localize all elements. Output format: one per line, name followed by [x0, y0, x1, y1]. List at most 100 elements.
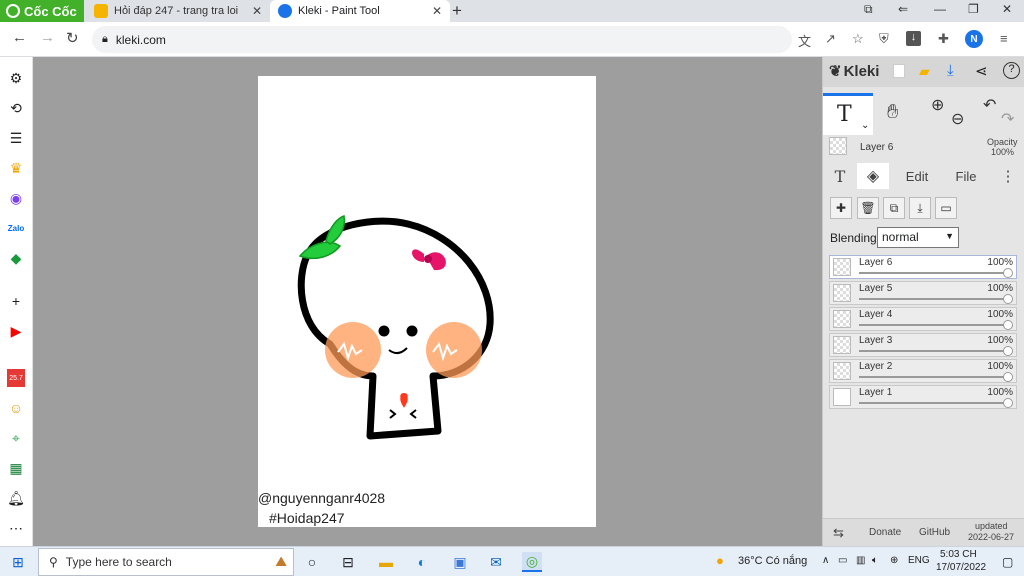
merge-down-icon[interactable]: ⤓	[909, 197, 931, 219]
redo-icon[interactable]: ↷	[1001, 109, 1014, 129]
layer-row[interactable]: Layer 2 100%	[829, 359, 1017, 383]
add-icon[interactable]: +	[7, 292, 25, 310]
youtube-icon[interactable]: ▶	[7, 322, 25, 340]
layer-opacity-slider[interactable]	[859, 346, 1013, 356]
clock-date[interactable]: 17/07/2022	[936, 562, 986, 573]
forward-icon[interactable]: →	[40, 29, 55, 46]
close-window-icon[interactable]: ✕	[1002, 2, 1012, 16]
drawing-canvas[interactable]: @nguyennganr4028 #Hoidap247	[258, 76, 596, 527]
weather-text[interactable]: 36°C Có nắng	[738, 555, 807, 567]
tab-kleki[interactable]: Kleki - Paint Tool ✕	[270, 0, 450, 22]
globe-icon[interactable]: ⊕	[890, 555, 898, 566]
chevron-down-icon[interactable]: ⌄	[861, 120, 869, 131]
new-tab-icon[interactable]: +	[452, 1, 462, 21]
sticker-icon[interactable]: ☺	[7, 399, 25, 417]
volume-icon[interactable]: 🔈︎	[872, 555, 878, 566]
open-folder-icon[interactable]: ▰	[919, 63, 930, 80]
layer-row[interactable]: Layer 1 100%	[829, 385, 1017, 409]
url-field[interactable]: 🔒︎ kleki.com	[92, 26, 792, 53]
add-layer-icon[interactable]: ✚	[830, 197, 852, 219]
kleki-logo[interactable]: ❦ Kleki	[829, 62, 879, 81]
screenshot-icon[interactable]: ⧉	[864, 2, 873, 17]
menu-icon[interactable]: ≡	[1000, 31, 1008, 46]
canvas-workspace[interactable]: @nguyennganr4028 #Hoidap247	[33, 57, 822, 546]
tray-chevron-icon[interactable]: ∧	[822, 555, 829, 566]
more-icon[interactable]: ⋯	[7, 519, 25, 537]
tab-tool[interactable]: T	[827, 163, 853, 189]
close-tab-icon[interactable]: ✕	[252, 4, 262, 18]
save-download-icon[interactable]: ⤓	[947, 62, 954, 79]
minimize-icon[interactable]: —	[934, 2, 946, 16]
mail-icon[interactable]: ✉	[486, 552, 506, 572]
history-icon[interactable]: ⟲	[7, 99, 25, 117]
close-tab-icon[interactable]: ✕	[432, 4, 442, 18]
gear-icon[interactable]: ⚙	[7, 69, 25, 87]
translate-icon[interactable]: 文	[798, 31, 811, 50]
layer-row[interactable]: Layer 4 100%	[829, 307, 1017, 331]
layer-opacity-slider[interactable]	[859, 294, 1013, 304]
list-icon[interactable]: ☰	[7, 129, 25, 147]
zoom-out-icon[interactable]: ⊖	[951, 109, 964, 129]
slider-knob[interactable]	[1003, 372, 1013, 382]
back-icon[interactable]: ←	[12, 29, 27, 46]
tab-file[interactable]: File	[949, 163, 983, 189]
rename-layer-icon[interactable]: ▭	[935, 197, 957, 219]
reload-icon[interactable]: ↻	[66, 29, 79, 47]
sheet-icon[interactable]: ▦	[7, 459, 25, 477]
more-options-icon[interactable]: ⋮	[1001, 163, 1016, 189]
undo-icon[interactable]: ↶	[983, 95, 996, 115]
layer-opacity-slider[interactable]	[859, 398, 1013, 408]
slider-knob[interactable]	[1003, 294, 1013, 304]
bookmark-star-icon[interactable]: ☆	[852, 31, 864, 47]
share-icon[interactable]: ↗	[825, 31, 836, 47]
new-file-icon[interactable]	[893, 64, 905, 78]
calendar-icon[interactable]: 25.7	[7, 369, 25, 387]
battery-icon[interactable]: ▭	[838, 555, 847, 566]
profile-avatar[interactable]: N	[965, 30, 983, 48]
layer-opacity-slider[interactable]	[859, 372, 1013, 382]
shield-icon[interactable]: ⛨	[879, 31, 889, 47]
share-icon[interactable]: ⋖	[975, 62, 988, 80]
swap-sides-icon[interactable]: ⇆	[833, 525, 844, 541]
notification-icon[interactable]: ▢	[1002, 555, 1013, 569]
donate-link[interactable]: Donate	[869, 527, 901, 538]
duplicate-layer-icon[interactable]: ⧉	[883, 197, 905, 219]
bell-icon[interactable]: 🔔︎	[7, 489, 25, 507]
layer-row[interactable]: Layer 5 100%	[829, 281, 1017, 305]
delete-layer-icon[interactable]: 🗑︎	[857, 197, 879, 219]
coccoc-brand-button[interactable]: Cốc Cốc	[0, 0, 84, 22]
task-view-icon[interactable]: ○	[302, 552, 322, 572]
map-icon[interactable]: ⌖	[7, 429, 25, 447]
zoom-in-icon[interactable]: ⊕	[931, 95, 944, 115]
maximize-icon[interactable]: ❐	[968, 2, 979, 16]
taskbar-search-input[interactable]: ⚲ Type here to search ⛰	[38, 548, 294, 576]
extensions-icon[interactable]: ✚	[938, 31, 949, 47]
download-icon[interactable]: ↓	[906, 31, 921, 46]
messenger-icon[interactable]: ◉	[7, 189, 25, 207]
github-link[interactable]: GitHub	[919, 527, 950, 538]
slider-knob[interactable]	[1003, 346, 1013, 356]
coccoc-taskbar-icon[interactable]: ◎	[522, 552, 542, 572]
crown-icon[interactable]: ♛	[7, 159, 25, 177]
layer-row[interactable]: Layer 3 100%	[829, 333, 1017, 357]
clock-time[interactable]: 5:03 CH	[940, 549, 977, 560]
zalo-icon[interactable]: Zalo	[7, 219, 25, 237]
network-icon[interactable]: ▥	[856, 555, 865, 566]
help-icon[interactable]: ?	[1003, 62, 1020, 79]
slider-knob[interactable]	[1003, 320, 1013, 330]
tab-hoidap247[interactable]: Hỏi đáp 247 - trang tra loi ✕	[86, 0, 270, 22]
game-icon[interactable]: ◆	[7, 249, 25, 267]
tab-layers[interactable]: ◈	[857, 163, 889, 189]
layer-opacity-slider[interactable]	[859, 320, 1013, 330]
file-explorer-icon[interactable]: ▬	[376, 552, 396, 572]
widgets-icon[interactable]: ⊟	[338, 552, 358, 572]
language-indicator[interactable]: ENG	[908, 555, 930, 566]
windows-start-icon[interactable]: ⊞	[8, 552, 28, 572]
store-icon[interactable]: ▣	[450, 552, 470, 572]
blending-select[interactable]: normal ▼	[877, 227, 959, 248]
slider-knob[interactable]	[1003, 268, 1013, 278]
layer-opacity-slider[interactable]	[859, 268, 1013, 278]
layer-row[interactable]: Layer 6 100%	[829, 255, 1017, 279]
hand-tool-icon[interactable]: ✋︎	[887, 101, 898, 124]
tab-edit[interactable]: Edit	[897, 163, 937, 189]
